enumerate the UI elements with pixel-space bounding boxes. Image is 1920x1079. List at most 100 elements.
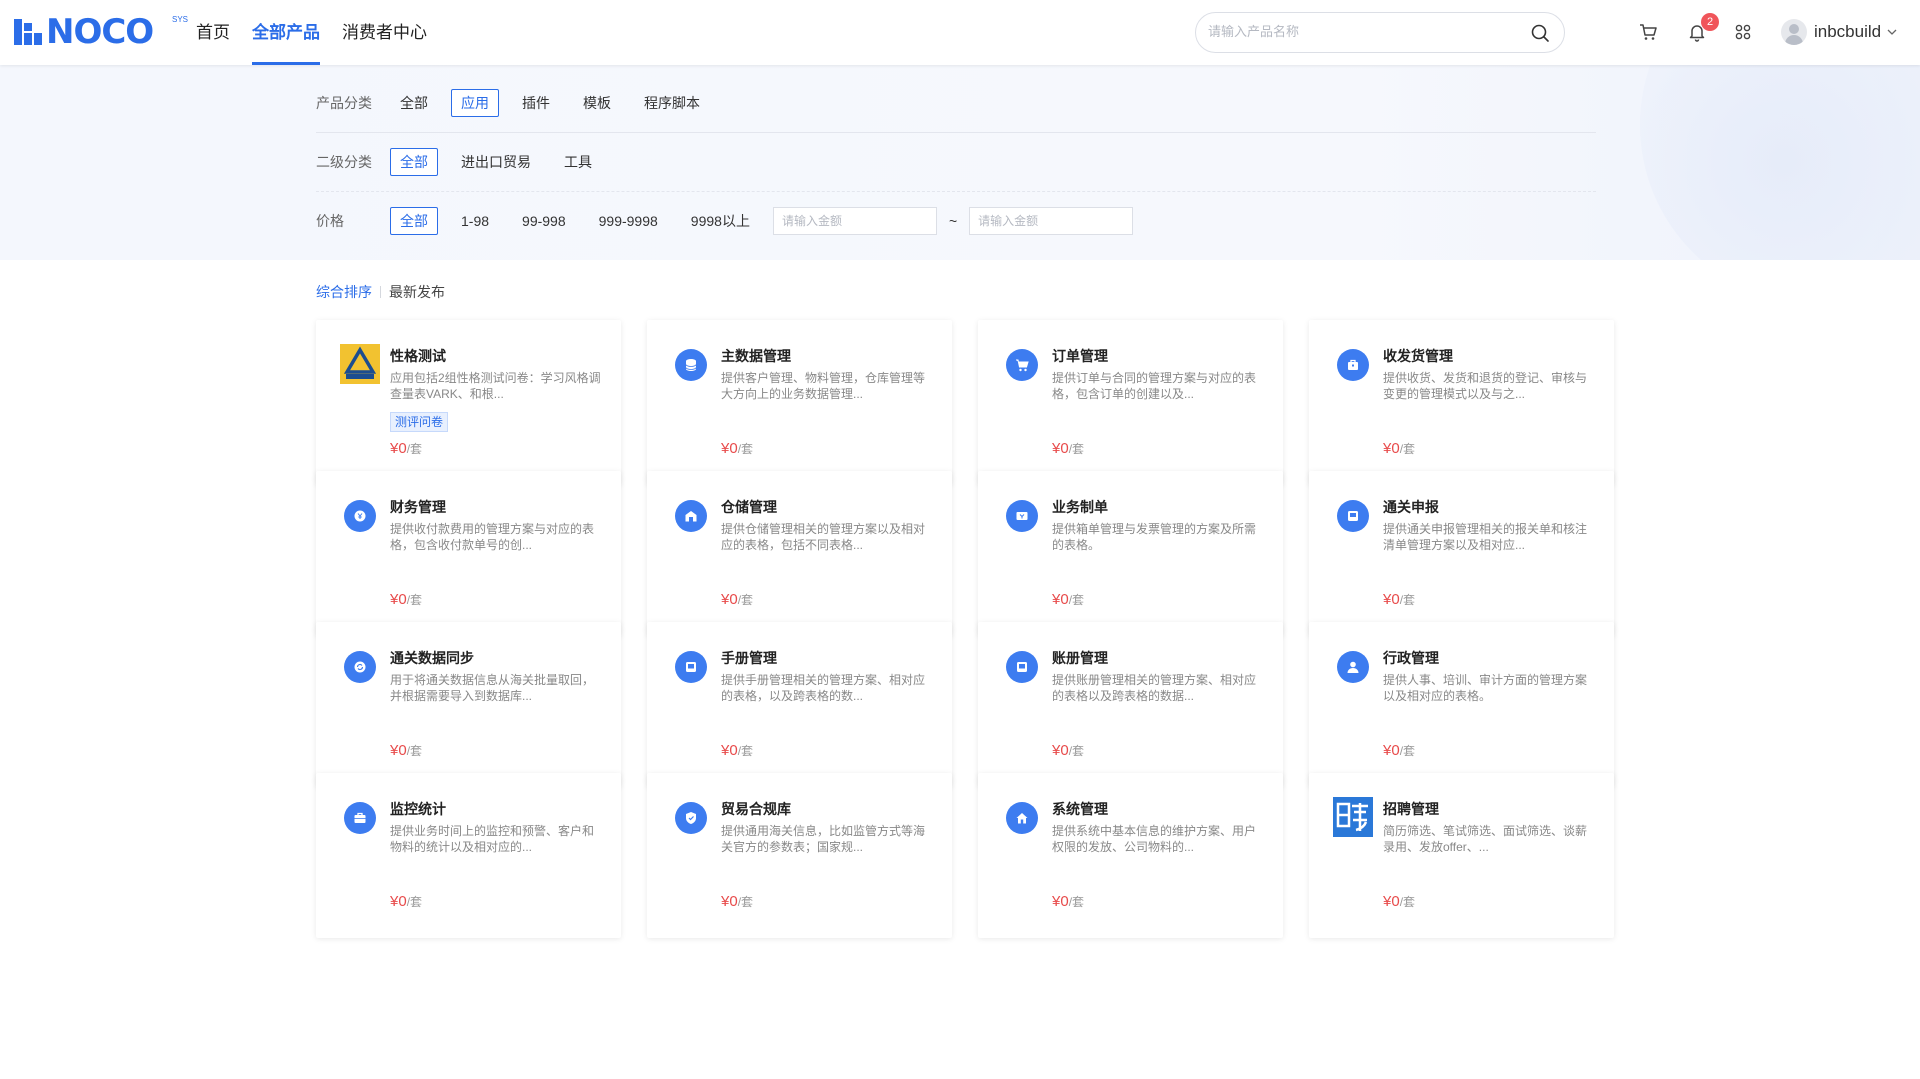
sort-comprehensive[interactable]: 综合排序 — [316, 282, 372, 302]
product-card[interactable]: 性格测试 应用包括2组性格测试问卷：学习风格调查量表VARK、和根... 测评问… — [316, 320, 621, 485]
product-card[interactable]: 账册管理 提供账册管理相关的管理方案、相对应的表格以及跨表格的数据... ¥0/… — [978, 622, 1283, 787]
product-card[interactable]: 财务管理 提供收付款费用的管理方案与对应的表格，包含收付款单号的创... ¥0/… — [316, 471, 621, 636]
ledger-icon — [1006, 651, 1038, 683]
product-card[interactable]: 贸易合规库 提供通用海关信息，比如监管方式等海关官方的参数表；国家规... ¥0… — [647, 773, 952, 938]
subcategory-chip-tools[interactable]: 工具 — [554, 148, 602, 176]
cart-icon[interactable] — [1638, 22, 1658, 42]
price-chip-all[interactable]: 全部 — [390, 207, 438, 235]
product-price: ¥0/套 — [721, 440, 753, 457]
product-title: 主数据管理 — [721, 348, 791, 364]
price-unit: /套 — [737, 895, 754, 909]
product-title: 账册管理 — [1052, 650, 1108, 666]
price-value: ¥0 — [390, 742, 407, 759]
brand-logo[interactable]: NOCO SYS — [14, 12, 188, 52]
nav-consumer-center[interactable]: 消费者中心 — [342, 0, 427, 65]
product-card[interactable]: 订单管理 提供订单与合同的管理方案与对应的表格，包含订单的创建以及... ¥0/… — [978, 320, 1283, 485]
price-unit: /套 — [1399, 744, 1416, 758]
sort-latest[interactable]: 最新发布 — [389, 282, 445, 302]
person-icon — [1337, 651, 1369, 683]
price-chip-9998-plus[interactable]: 9998以上 — [681, 207, 760, 235]
product-price: ¥0/套 — [721, 742, 753, 759]
price-value: ¥0 — [1383, 742, 1400, 759]
product-title: 手册管理 — [721, 650, 777, 666]
product-description: 提供收货、发货和退货的登记、审核与变更的管理模式以及与之... — [1383, 371, 1588, 401]
price-unit: /套 — [1068, 744, 1085, 758]
avatar — [1781, 19, 1807, 45]
filter-row-category: 产品分类 全部 应用 插件 模板 程序脚本 — [316, 88, 723, 118]
decoration-shape — [1640, 65, 1920, 260]
product-card[interactable]: 系统管理 提供系统中基本信息的维护方案、用户权限的发放、公司物料的... ¥0/… — [978, 773, 1283, 938]
price-chip-1-98[interactable]: 1-98 — [451, 207, 499, 235]
product-price: ¥0/套 — [390, 893, 422, 910]
product-price: ¥0/套 — [1383, 742, 1415, 759]
user-menu[interactable]: inbcbuild — [1781, 19, 1897, 45]
product-card[interactable]: 通关数据同步 用于将通关数据信息从海关批量取回，并根据需要导入到数据库... ¥… — [316, 622, 621, 787]
product-description: 提供系统中基本信息的维护方案、用户权限的发放、公司物料的... — [1052, 824, 1257, 854]
product-card[interactable]: 通关申报 提供通关申报管理相关的报关单和核注清单管理方案以及相对应... ¥0/… — [1309, 471, 1614, 636]
price-range-separator: ~ — [948, 213, 958, 229]
invoice-icon — [1006, 500, 1038, 532]
product-card[interactable]: 手册管理 提供手册管理相关的管理方案、相对应的表格，以及跨表格的数... ¥0/… — [647, 622, 952, 787]
price-value: ¥0 — [1052, 591, 1069, 608]
price-value: ¥0 — [721, 893, 738, 910]
filter-label-category: 产品分类 — [316, 95, 372, 111]
price-unit: /套 — [1068, 593, 1085, 607]
category-chip-plugin[interactable]: 插件 — [512, 89, 560, 117]
product-description: 提供手册管理相关的管理方案、相对应的表格，以及跨表格的数... — [721, 673, 926, 703]
search-box — [1195, 12, 1565, 53]
brand-name: NOCO — [46, 12, 154, 52]
nav-home[interactable]: 首页 — [196, 0, 230, 65]
category-chip-all[interactable]: 全部 — [390, 89, 438, 117]
price-unit: /套 — [1068, 442, 1085, 456]
product-price: ¥0/套 — [1052, 440, 1084, 457]
price-chip-99-998[interactable]: 99-998 — [512, 207, 576, 235]
product-card[interactable]: 招聘管理 简历筛选、笔试筛选、面试筛选、谈薪录用、发放offer、... ¥0/… — [1309, 773, 1614, 938]
price-unit: /套 — [1068, 895, 1085, 909]
product-card[interactable]: 收发货管理 提供收货、发货和退货的登记、审核与变更的管理模式以及与之... ¥0… — [1309, 320, 1614, 485]
price-unit: /套 — [737, 744, 754, 758]
product-card[interactable]: 监控统计 提供业务时间上的监控和预警、客户和物料的统计以及相对应的... ¥0/… — [316, 773, 621, 938]
book-icon — [675, 651, 707, 683]
price-value: ¥0 — [390, 893, 407, 910]
product-card[interactable]: 行政管理 提供人事、培训、审计方面的管理方案以及相对应的表格。 ¥0/套 — [1309, 622, 1614, 787]
main-nav: 首页 全部产品 消费者中心 — [196, 0, 449, 65]
product-card[interactable]: 主数据管理 提供客户管理、物料管理，仓库管理等大方向上的业务数据管理... ¥0… — [647, 320, 952, 485]
top-header: NOCO SYS 首页 全部产品 消费者中心 2 inbcbuild — [0, 0, 1920, 65]
category-chip-script[interactable]: 程序脚本 — [634, 89, 710, 117]
product-card[interactable]: 业务制单 提供箱单管理与发票管理的方案及所需的表格。 ¥0/套 — [978, 471, 1283, 636]
shield-icon — [675, 802, 707, 834]
cart-icon — [1006, 349, 1038, 381]
logo-mark-icon — [14, 19, 44, 45]
product-title: 行政管理 — [1383, 650, 1439, 666]
product-price: ¥0/套 — [1052, 742, 1084, 759]
apps-icon[interactable] — [1733, 22, 1753, 42]
filter-row-subcategory: 二级分类 全部 进出口贸易 工具 — [316, 147, 615, 177]
price-max-input[interactable] — [969, 207, 1134, 235]
price-value: ¥0 — [390, 591, 407, 608]
subcategory-chip-all[interactable]: 全部 — [390, 148, 438, 176]
filter-divider — [316, 191, 1596, 192]
product-title: 监控统计 — [390, 801, 446, 817]
product-description: 提供客户管理、物料管理，仓库管理等大方向上的业务数据管理... — [721, 371, 926, 401]
product-title: 业务制单 — [1052, 499, 1108, 515]
product-title: 通关数据同步 — [390, 650, 474, 666]
category-chip-template[interactable]: 模板 — [573, 89, 621, 117]
package-icon — [1337, 349, 1369, 381]
price-unit: /套 — [737, 442, 754, 456]
product-title: 仓储管理 — [721, 499, 777, 515]
finance-icon — [344, 500, 376, 532]
price-min-input[interactable] — [772, 207, 937, 235]
nav-all-products[interactable]: 全部产品 — [252, 0, 320, 65]
price-chip-999-9998[interactable]: 999-9998 — [589, 207, 668, 235]
subcategory-chip-trade[interactable]: 进出口贸易 — [451, 148, 541, 176]
product-price: ¥0/套 — [721, 893, 753, 910]
search-icon[interactable] — [1530, 23, 1550, 43]
price-unit: /套 — [737, 593, 754, 607]
sync-icon — [344, 651, 376, 683]
product-card[interactable]: 仓储管理 提供仓储管理相关的管理方案以及相对应的表格，包括不同表格... ¥0/… — [647, 471, 952, 636]
product-description: 提供订单与合同的管理方案与对应的表格，包含订单的创建以及... — [1052, 371, 1257, 401]
category-chip-app[interactable]: 应用 — [451, 89, 499, 117]
database-icon — [675, 349, 707, 381]
price-value: ¥0 — [1052, 893, 1069, 910]
search-input[interactable] — [1208, 24, 1508, 39]
